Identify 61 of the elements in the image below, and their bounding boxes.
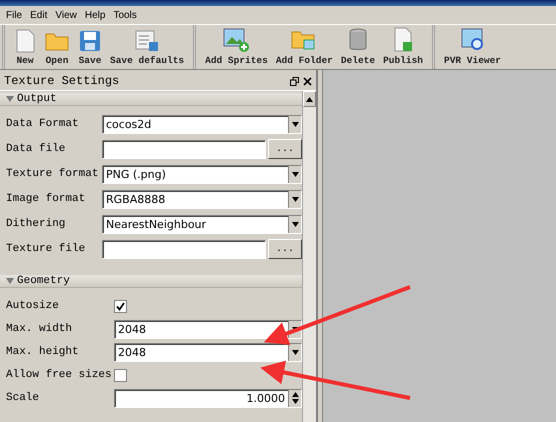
dropdown-field[interactable]: NearestNeighbour [102, 214, 302, 234]
dropdown-field[interactable]: 2048 [114, 320, 302, 338]
down-arrow-icon [292, 350, 298, 354]
menu-item[interactable]: File [6, 10, 22, 20]
panel-title: Texture Settings [4, 74, 120, 88]
page-icon [14, 29, 36, 53]
expanded-triangle-icon [6, 95, 14, 103]
check-mark-icon [116, 302, 125, 310]
down-arrow-icon [292, 399, 298, 404]
field-label: Texture file [6, 243, 86, 255]
down-arrow-icon [292, 196, 298, 202]
toolbar-button[interactable]: Save [75, 29, 105, 66]
browse-button[interactable]: ... [268, 239, 302, 259]
menu-item[interactable]: View [55, 10, 77, 20]
down-arrow-icon [292, 326, 298, 332]
float-icon[interactable] [290, 76, 299, 86]
input-field[interactable] [102, 240, 266, 258]
field-label: Max. width [6, 323, 74, 335]
spin-field[interactable]: 1.0000 [114, 388, 302, 408]
section-title: Geometry [17, 275, 70, 287]
close-icon[interactable] [303, 76, 312, 86]
menu-item[interactable]: Edit [30, 10, 48, 20]
menu-item[interactable]: Help [84, 10, 106, 20]
dropdown-field[interactable]: RGBA8888 [102, 190, 302, 208]
toolbar-button[interactable]: Open [41, 29, 73, 66]
down-arrow-icon [292, 172, 298, 176]
checkbox[interactable] [114, 300, 127, 312]
dropdown-field[interactable]: PNG (.png) [102, 164, 302, 184]
addimage-icon [222, 27, 250, 53]
field-label: Autosize [6, 300, 60, 312]
section-header[interactable]: Output [0, 93, 302, 106]
field-label: Scale [6, 392, 40, 404]
field-label: Max. height [6, 346, 80, 358]
toolbar-button[interactable]: Add Sprites [202, 27, 271, 66]
scrollbar[interactable] [302, 91, 316, 422]
expanded-triangle-icon [6, 277, 14, 285]
toolbar-button[interactable]: PVR Viewer [441, 27, 504, 66]
browse-button[interactable]: ... [268, 139, 302, 159]
toolbar-button[interactable]: Save defaults [107, 29, 188, 66]
checkbox[interactable] [114, 368, 127, 382]
toolbar-button[interactable]: New [11, 29, 39, 66]
section-title: Output [17, 93, 57, 105]
dropdown-field[interactable]: 2048 [114, 342, 302, 362]
down-arrow-icon [292, 222, 298, 226]
toolbar-button[interactable]: Publish [380, 27, 426, 66]
field-label: Data Format [6, 118, 80, 130]
field-label: Allow free sizes [6, 369, 113, 381]
field-label: Image format [6, 193, 86, 205]
up-arrow-icon [306, 96, 313, 102]
field-label: Dithering [6, 218, 66, 230]
viewer-icon [460, 27, 486, 53]
field-label: Texture format [6, 168, 100, 180]
up-arrow-icon [292, 392, 298, 397]
menu-item[interactable]: Tools [113, 10, 137, 20]
dropdown-field[interactable]: cocos2d [102, 114, 302, 134]
down-arrow-icon [292, 122, 298, 126]
section-header[interactable]: Geometry [0, 275, 302, 288]
toolbar-button[interactable]: Delete [338, 27, 378, 66]
toolbar-button[interactable]: Add Folder [272, 27, 336, 66]
input-field[interactable] [102, 140, 266, 158]
field-label: Data file [6, 143, 66, 155]
